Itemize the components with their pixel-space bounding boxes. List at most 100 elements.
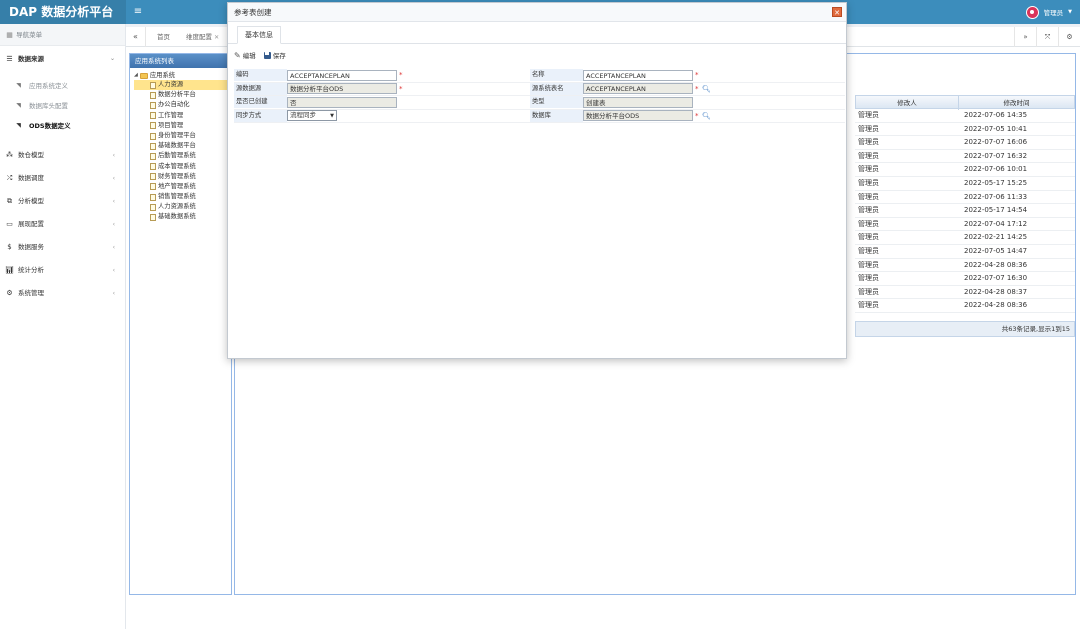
form-row: 编码 ACCEPTANCEPLAN * 名称 ACCEPTANCEPLAN * xyxy=(234,69,845,83)
hamburger-menu-icon[interactable]: ≡ xyxy=(131,0,145,24)
sidebar-item-analysis-model[interactable]: ⧉ 分析模型 ‹ xyxy=(0,190,125,213)
sidebar-item-data-source[interactable]: ☰ 数据来源 ⌄ xyxy=(0,46,125,72)
tree-node[interactable]: 后勤管理系统 xyxy=(134,151,232,161)
user-name: 管理员 xyxy=(1043,9,1064,17)
tree-node[interactable]: 工作管理 xyxy=(134,111,232,121)
folder-icon xyxy=(139,72,148,79)
pencil-icon: ✎ xyxy=(234,50,241,60)
save-button[interactable]: 保存 xyxy=(263,50,286,60)
fullscreen-icon[interactable]: ⤧ xyxy=(1036,27,1058,47)
table-row[interactable]: 管理员 2022-07-05 14:47 xyxy=(855,245,1075,259)
sidebar-item-data-service[interactable]: $ 数据服务 ‹ xyxy=(0,236,125,259)
file-icon xyxy=(150,214,156,222)
column-header-modified-time[interactable]: 修改时间 xyxy=(959,96,1074,110)
tree-node[interactable]: 人力资源 xyxy=(134,80,232,91)
file-icon xyxy=(150,101,156,109)
table-row[interactable]: 管理员 2022-04-28 08:37 xyxy=(855,286,1075,300)
file-icon xyxy=(150,142,156,150)
tab-scroll-left-icon[interactable]: « xyxy=(126,27,146,47)
sidebar-item-warehouse-model[interactable]: ⁂ 数仓模型 ‹ xyxy=(0,144,125,167)
required-mark: * xyxy=(695,84,699,93)
table-row[interactable]: 管理员 2022-05-17 15:25 xyxy=(855,177,1075,191)
close-icon[interactable]: ✕ xyxy=(214,34,219,41)
code-input[interactable]: ACCEPTANCEPLAN xyxy=(287,69,397,81)
save-icon xyxy=(263,51,271,59)
tree-node[interactable]: 身份管理平台 xyxy=(134,131,232,141)
table-row[interactable]: 管理员 2022-04-28 08:36 xyxy=(855,299,1075,313)
grid-body: 管理员 2022-07-06 14:35 管理员 2022-07-05 10:41 … xyxy=(855,109,1075,313)
name-label: 名称 xyxy=(530,69,583,82)
tree-node[interactable]: 人力资源系统 xyxy=(134,202,232,212)
lookup-icon[interactable]: 🔍︎ xyxy=(702,110,711,122)
grid-header: 修改人 修改时间 xyxy=(855,95,1075,110)
table-row[interactable]: 管理员 2022-04-28 08:36 xyxy=(855,259,1075,273)
file-icon xyxy=(150,173,156,181)
sidebar-subitem-ods[interactable]: ◥ ODS数据定义 xyxy=(0,116,125,136)
chevron-left-icon: ‹ xyxy=(112,152,115,159)
tree-node[interactable]: 财务管理系统 xyxy=(134,172,232,182)
form-row: 是否已创建 否 类型 创建表 xyxy=(234,96,845,110)
file-icon xyxy=(150,163,156,171)
reference-table-create-dialog: 参考表创建 ✕ 基本信息 ✎ 编辑 保存 编码 ACCEPTANCEPLAN *… xyxy=(227,2,847,359)
table-row[interactable]: 管理员 2022-07-06 14:35 xyxy=(855,109,1075,123)
app-logo: DAP 数据分析平台 xyxy=(0,0,126,24)
tab-home[interactable]: 首页 xyxy=(157,27,170,47)
shuffle-icon: ⤮ xyxy=(6,174,13,182)
sidebar-item-display-config[interactable]: ▭ 展现配置 ‹ xyxy=(0,213,125,236)
lookup-icon[interactable]: 🔍︎ xyxy=(702,83,711,95)
tab-basic-info[interactable]: 基本信息 xyxy=(237,26,281,44)
tree-node[interactable]: 基础数据平台 xyxy=(134,141,232,151)
table-row[interactable]: 管理员 2022-07-05 10:41 xyxy=(855,123,1075,137)
tree-panel-title: 应用系统列表 xyxy=(130,54,231,68)
table-row[interactable]: 管理员 2022-07-06 10:01 xyxy=(855,163,1075,177)
reference-table-form: 编码 ACCEPTANCEPLAN * 名称 ACCEPTANCEPLAN * … xyxy=(234,69,845,123)
file-icon xyxy=(150,112,156,120)
user-menu[interactable]: 管理员 ▼ xyxy=(1025,0,1072,24)
sidebar-header: ▦ 导航菜单 xyxy=(0,24,125,46)
avatar xyxy=(1025,5,1039,19)
tree-root[interactable]: ◢ 应用系统 xyxy=(134,71,231,80)
sidebar-item-system[interactable]: ⚙ 系统管理 ‹ xyxy=(0,282,125,305)
table-row[interactable]: 管理员 2022-07-07 16:06 xyxy=(855,136,1075,150)
database-label: 数据库 xyxy=(530,109,583,122)
required-mark: * xyxy=(399,84,403,93)
dialog-title-bar[interactable]: 参考表创建 ✕ xyxy=(228,3,846,22)
chevron-left-icon: ‹ xyxy=(112,198,115,205)
tab-scroll-right-icon[interactable]: » xyxy=(1014,27,1036,47)
column-header-modifier[interactable]: 修改人 xyxy=(856,96,960,110)
source-table-field[interactable]: ACCEPTANCEPLAN xyxy=(583,83,693,95)
table-row[interactable]: 管理员 2022-07-07 16:32 xyxy=(855,150,1075,164)
close-icon[interactable]: ✕ xyxy=(832,7,842,17)
sidebar-item-statistics[interactable]: 📊︎ 统计分析 ‹ xyxy=(0,259,125,282)
table-row[interactable]: 管理员 2022-07-04 17:12 xyxy=(855,218,1075,232)
file-icon xyxy=(150,81,156,89)
tree-node[interactable]: 项目管理 xyxy=(134,121,232,131)
sidebar-subitem-db-config[interactable]: ◥ 数据库头配置 xyxy=(0,96,125,116)
sitemap-icon: ⧉ xyxy=(7,197,12,205)
sidebar-item-data-schedule[interactable]: ⤮ 数据调度 ‹ xyxy=(0,167,125,190)
tag-icon: ◥ xyxy=(16,102,21,109)
gear-icon[interactable]: ⚙ xyxy=(1058,27,1080,47)
dialog-title: 参考表创建 xyxy=(234,8,272,17)
source-datasource-field[interactable]: 数据分析平台ODS xyxy=(287,83,397,95)
table-row[interactable]: 管理员 2022-07-07 16:30 xyxy=(855,272,1075,286)
table-row[interactable]: 管理员 2022-02-21 14:25 xyxy=(855,231,1075,245)
name-input[interactable]: ACCEPTANCEPLAN xyxy=(583,69,693,81)
tree-node[interactable]: 数据分析平台 xyxy=(134,90,232,100)
edit-button[interactable]: ✎ 编辑 xyxy=(234,50,256,61)
source-datasource-label: 源数据源 xyxy=(234,82,287,95)
tab-dimension-config[interactable]: 维度配置 ✕ xyxy=(186,27,219,47)
sidebar-subitem-app-system[interactable]: ◥ 应用系统定义 xyxy=(0,76,125,96)
tree-node[interactable]: 成本管理系统 xyxy=(134,162,232,172)
table-row[interactable]: 管理员 2022-05-17 14:54 xyxy=(855,204,1075,218)
source-table-label: 源系统表名 xyxy=(530,82,583,95)
form-row: 源数据源 数据分析平台ODS * 源系统表名 ACCEPTANCEPLAN * … xyxy=(234,82,845,96)
database-field[interactable]: 数据分析平台ODS xyxy=(583,110,693,122)
sync-method-select[interactable]: 流程同步 ▼ xyxy=(287,110,337,122)
tree-node[interactable]: 销售管理系统 xyxy=(134,192,232,202)
table-row[interactable]: 管理员 2022-07-06 11:33 xyxy=(855,191,1075,205)
tree-node[interactable]: 地产管理系统 xyxy=(134,182,232,192)
tree-node[interactable]: 办公自动化 xyxy=(134,100,232,110)
tree-node[interactable]: 基础数据系统 xyxy=(134,212,232,222)
triangle-down-icon[interactable]: ◢ xyxy=(134,71,138,80)
